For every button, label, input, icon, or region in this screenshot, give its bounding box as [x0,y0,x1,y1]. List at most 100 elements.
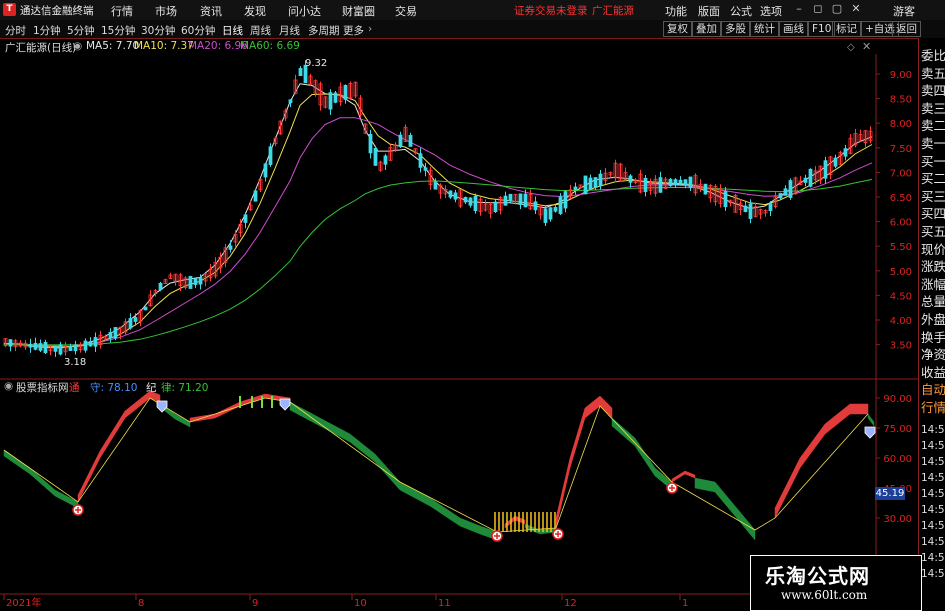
candle-body [228,245,233,250]
candle-body [128,317,133,329]
chart-area[interactable]: 9.00 8.50 8.00 7.50 7.00 6.50 6.00 5.50 5.00 4.50… [0,54,918,609]
diamond-icon[interactable]: ◇ [847,42,855,53]
candle-body [398,134,403,148]
current-indicator-value: 45.19 [875,487,905,500]
period-monthly[interactable]: 月线 [279,23,300,38]
candle-body [723,190,728,208]
moving-average-lines [3,83,873,349]
restore-rights-button[interactable]: 复权 [663,21,692,37]
price-tick-label: 8.00 [890,119,912,130]
candle-body [33,342,38,350]
candle-body [373,147,378,166]
candle-body [83,340,88,351]
close-icon[interactable]: ✕ [848,2,864,16]
indicator-band [3,449,79,509]
indicator-shou-value: 守: 78.10 [90,382,138,394]
minimize-icon[interactable]: – [791,2,807,16]
menu-layout[interactable]: 版面 [698,3,720,19]
login-status[interactable]: 证券交易未登录 [514,3,588,18]
low-price-label: 3.18 [64,357,87,368]
indicator-menu-icon[interactable]: ◉ [4,380,13,392]
candle-body [418,153,423,168]
indicator-band [867,413,875,427]
watermark-url: www.60lt.com [781,588,868,602]
menu-function[interactable]: 功能 [665,3,687,19]
price-tick-label: 7.00 [890,168,912,179]
menu-item-wealth[interactable]: 财富圈 [342,3,375,19]
sidebar-item[interactable]: 行情 [921,397,945,416]
period-1min[interactable]: 1分钟 [33,23,61,38]
candle-body [673,179,678,186]
overlay-button[interactable]: 叠加 [692,21,721,37]
price-tick-label: 9.00 [890,70,912,81]
sidebar-time: 14:50 [921,504,945,516]
close-panel-icon[interactable]: ✕ [862,40,871,53]
period-tick[interactable]: 分时 [5,23,26,38]
menu-item-trade[interactable]: 交易 [395,3,417,19]
period-60min[interactable]: 60分钟 [181,23,215,38]
candle-body [343,84,348,100]
period-daily[interactable]: 日线 [222,23,243,38]
multi-stock-button[interactable]: 多股 [721,21,750,37]
candle-body [288,99,293,104]
period-multi[interactable]: 多周期 [308,23,340,38]
stock-name-header: 广汇能源 [592,5,634,17]
candle-body [558,196,563,214]
sidebar-item: 买四 [921,206,945,222]
indicator-tick-label: 60.00 [883,454,912,465]
shield-icon [864,426,876,439]
candle-body [583,175,588,195]
sidebar-time: 14:50 [921,488,945,500]
menu-item-markets[interactable]: 市场 [155,3,177,19]
candle-body [553,207,558,212]
statistics-button[interactable]: 统计 [750,21,779,37]
menu-formula[interactable]: 公式 [730,3,752,19]
restore-icon[interactable]: ◻ [810,2,826,16]
back-button[interactable]: 返回 [892,21,921,37]
candle-body [768,203,773,212]
watermark-title: 乐淘公式网 [765,564,870,588]
price-tick-label: 4.00 [890,316,912,327]
sidebar-time: 14:50 [921,440,945,452]
sidebar-time: 14:50 [921,552,945,564]
maximize-icon[interactable]: ▢ [829,2,845,16]
candle-body [53,345,58,352]
candle-body [333,92,338,103]
sidebar-item[interactable]: 自动 [921,379,945,398]
period-more[interactable]: 更多 [343,23,364,38]
price-tick-label: 4.50 [890,291,912,302]
candle-body [703,183,708,195]
guest-label[interactable]: 游客 [893,3,915,19]
candle-body [433,181,438,190]
candle-body [58,344,63,355]
candle-body [143,306,148,311]
period-15min[interactable]: 15分钟 [101,23,135,38]
period-weekly[interactable]: 周线 [250,23,271,38]
x-tick-label: 12 [564,598,577,609]
mark-button[interactable]: 标记 [832,21,861,37]
price-tick-label: 5.50 [890,242,912,253]
candle-body [833,157,838,167]
chevron-down-icon[interactable]: ◉ [73,40,82,52]
menu-item-xiaoda[interactable]: 问小达 [288,3,321,19]
menu-item-discover[interactable]: 发现 [244,3,266,19]
x-tick-label: 11 [438,598,451,609]
indicator-tick-label: 30.00 [883,514,912,525]
draw-line-button[interactable]: 画线 [779,21,808,37]
x-tick-label: 8 [138,598,144,609]
sidebar-item: 收益 [921,364,945,380]
menu-item-market[interactable]: 行情 [111,3,133,19]
candle-body [588,177,593,190]
candle-body [493,201,498,213]
sidebar-time: 14:50 [921,472,945,484]
menu-item-news[interactable]: 资讯 [200,3,222,19]
candle-body [268,146,273,165]
indicator-band [555,395,613,529]
indicator-tag: 通 [69,382,80,394]
candle-body [518,193,523,205]
chevron-right-icon[interactable]: › [368,23,372,35]
period-30min[interactable]: 30分钟 [141,23,175,38]
period-5min[interactable]: 5分钟 [67,23,95,38]
menu-options[interactable]: 选项 [760,3,782,19]
candle-body [158,283,163,291]
